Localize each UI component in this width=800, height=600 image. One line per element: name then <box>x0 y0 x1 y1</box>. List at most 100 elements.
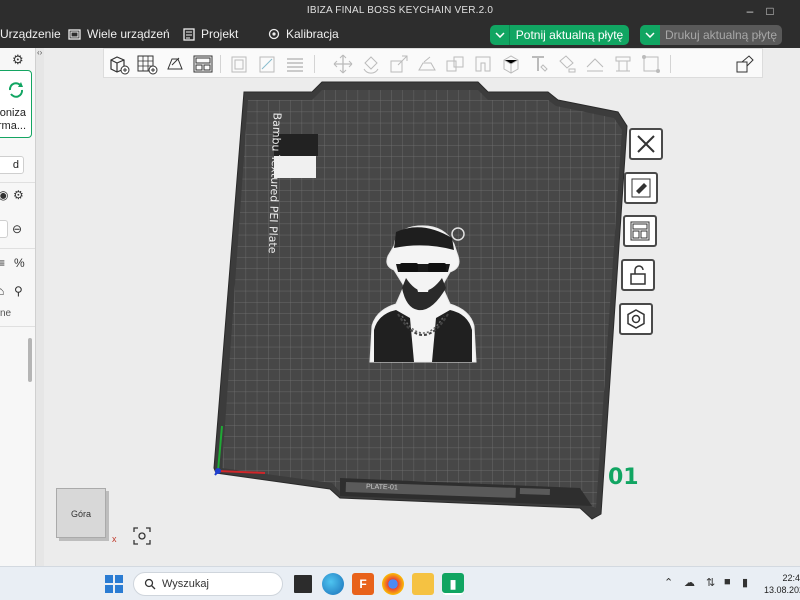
scrollbar[interactable] <box>28 338 32 382</box>
bambu-studio-icon[interactable]: ▮ <box>442 573 464 595</box>
plate-name-label: PLATE-01 <box>365 483 398 492</box>
unlock-icon <box>630 265 646 285</box>
cut-icon[interactable] <box>444 53 466 75</box>
view-cube[interactable]: Góra <box>56 488 106 538</box>
arrange-plate-button[interactable] <box>623 215 657 247</box>
print-plate-button[interactable]: Drukuj aktualną płytę <box>640 25 782 45</box>
menu-project[interactable]: Projekt <box>183 27 238 41</box>
clock-time: 22:4 <box>782 573 800 583</box>
move-icon[interactable] <box>332 53 354 75</box>
split-objects-icon[interactable] <box>228 53 250 75</box>
menu-calibration[interactable]: Kalibracja <box>268 27 339 41</box>
orient-plate-button[interactable] <box>619 303 653 335</box>
divider <box>0 326 35 327</box>
printer-preset-card[interactable]: oniza orma... <box>0 70 32 138</box>
card-line-1: oniza <box>0 107 26 119</box>
chevron-down-icon[interactable] <box>490 25 510 45</box>
build-plate-canvas <box>213 81 628 520</box>
taskbar-search[interactable]: Wyszukaj <box>133 572 283 596</box>
lock-plate-button[interactable] <box>621 259 655 291</box>
search-icon[interactable]: ⚲ <box>14 284 23 298</box>
filament-slot-field[interactable] <box>0 220 8 238</box>
paint-icon[interactable] <box>556 53 578 75</box>
boolean-icon[interactable] <box>472 53 494 75</box>
hexagon-icon <box>627 309 645 329</box>
volume-icon[interactable]: ■ <box>724 576 731 588</box>
menu-multi-device[interactable]: Wiele urządzeń <box>68 27 170 41</box>
slice-plate-label: Potnij aktualną płytę <box>515 28 624 42</box>
arrange-icon <box>630 221 650 241</box>
slice-plate-button[interactable]: Potnij aktualną płytę <box>490 25 629 45</box>
print-plate-label: Drukuj aktualną płytę <box>664 28 778 42</box>
lay-on-face-icon[interactable] <box>416 53 438 75</box>
layers-icon[interactable] <box>284 53 306 75</box>
auto-orient-icon[interactable] <box>164 53 186 75</box>
close-icon <box>637 135 655 153</box>
windows-start-icon[interactable] <box>105 575 123 593</box>
percent-icon[interactable]: % <box>14 256 25 270</box>
sync-icon <box>8 82 24 98</box>
title-bar: IBIZA FINAL BOSS KEYCHAIN VER.2.0 – □ <box>0 0 800 22</box>
home-icon[interactable]: ⌂ <box>0 284 4 298</box>
divider <box>670 55 671 73</box>
left-settings-panel: ⚙ oniza orma... d ◉ ⚙ ⊖ ≡ % ⌂ ⚲ ne <box>0 48 36 566</box>
view-cube-label: Góra <box>70 509 91 519</box>
search-icon <box>144 578 156 590</box>
plate-number[interactable]: 01 <box>608 465 639 490</box>
file-explorer-icon[interactable] <box>412 573 434 595</box>
cube-icon[interactable] <box>500 53 522 75</box>
window-title: IBIZA FINAL BOSS KEYCHAIN VER.2.0 <box>306 5 494 16</box>
network-icon[interactable]: ⇅ <box>706 576 715 589</box>
edge-browser-icon[interactable] <box>322 573 344 595</box>
chrome-browser-icon[interactable] <box>382 573 404 595</box>
plate-type-field[interactable]: d <box>0 156 24 174</box>
gear-icon[interactable]: ⚙ <box>13 188 24 202</box>
seam-icon[interactable] <box>584 53 606 75</box>
measure-icon[interactable] <box>640 53 662 75</box>
panel-collapse-handle[interactable]: ‹› <box>36 48 44 566</box>
filament-icon[interactable]: ◉ <box>0 188 8 202</box>
tray-chevron-up-icon[interactable]: ⌃ <box>664 576 673 589</box>
card-line-2: orma... <box>0 120 26 132</box>
divider <box>314 55 315 73</box>
support-icon[interactable] <box>612 53 634 75</box>
list-icon[interactable]: ≡ <box>0 256 5 270</box>
clock-date: 13.08.202 <box>764 585 800 595</box>
clock[interactable]: 22:4 13.08.202 <box>764 572 800 596</box>
plate-settings-icon <box>631 178 651 198</box>
divider <box>0 182 35 183</box>
onedrive-icon[interactable]: ☁ <box>684 576 695 589</box>
app-f-icon[interactable]: F <box>352 573 374 595</box>
maximize-button[interactable]: □ <box>762 3 778 19</box>
calibration-icon <box>268 28 280 40</box>
battery-icon[interactable]: ▮ <box>742 576 748 589</box>
menu-project-label: Projekt <box>201 27 239 41</box>
chevron-down-icon[interactable] <box>640 25 660 45</box>
main-toolbar <box>103 48 763 78</box>
arrange-icon[interactable] <box>192 53 214 75</box>
plate-settings-button[interactable] <box>624 172 658 204</box>
divider <box>220 55 221 73</box>
text-icon[interactable] <box>528 53 550 75</box>
gear-icon[interactable]: ⚙ <box>12 52 24 68</box>
split-parts-icon[interactable] <box>256 53 278 75</box>
section-label: ne <box>0 308 12 319</box>
assembly-view-icon[interactable] <box>734 53 756 75</box>
collapse-arrows-icon: ‹› <box>37 48 43 57</box>
plate-label-wrap: Bambu Textured PEI Plate <box>264 112 284 294</box>
minus-circle-icon[interactable]: ⊖ <box>12 222 22 236</box>
close-plate-button[interactable] <box>629 128 663 160</box>
camera-view-icon[interactable] <box>132 526 152 546</box>
minimize-button[interactable]: – <box>742 3 758 19</box>
3d-viewport[interactable]: Bambu Textured PEI Plate PLATE-01 <box>44 78 800 566</box>
divider <box>0 248 35 249</box>
menu-device[interactable]: Urządzenie <box>0 27 61 41</box>
rotate-icon[interactable] <box>360 53 382 75</box>
add-plate-icon[interactable] <box>136 53 158 75</box>
scale-icon[interactable] <box>388 53 410 75</box>
task-view-icon[interactable] <box>292 573 314 595</box>
taskbar: Wyszukaj F ▮ ⌃ ☁ ⇅ ■ ▮ 22:4 13.08.202 <box>0 566 800 600</box>
project-icon <box>183 27 195 41</box>
add-object-icon[interactable] <box>108 53 130 75</box>
axis-x-label: x <box>112 534 117 544</box>
